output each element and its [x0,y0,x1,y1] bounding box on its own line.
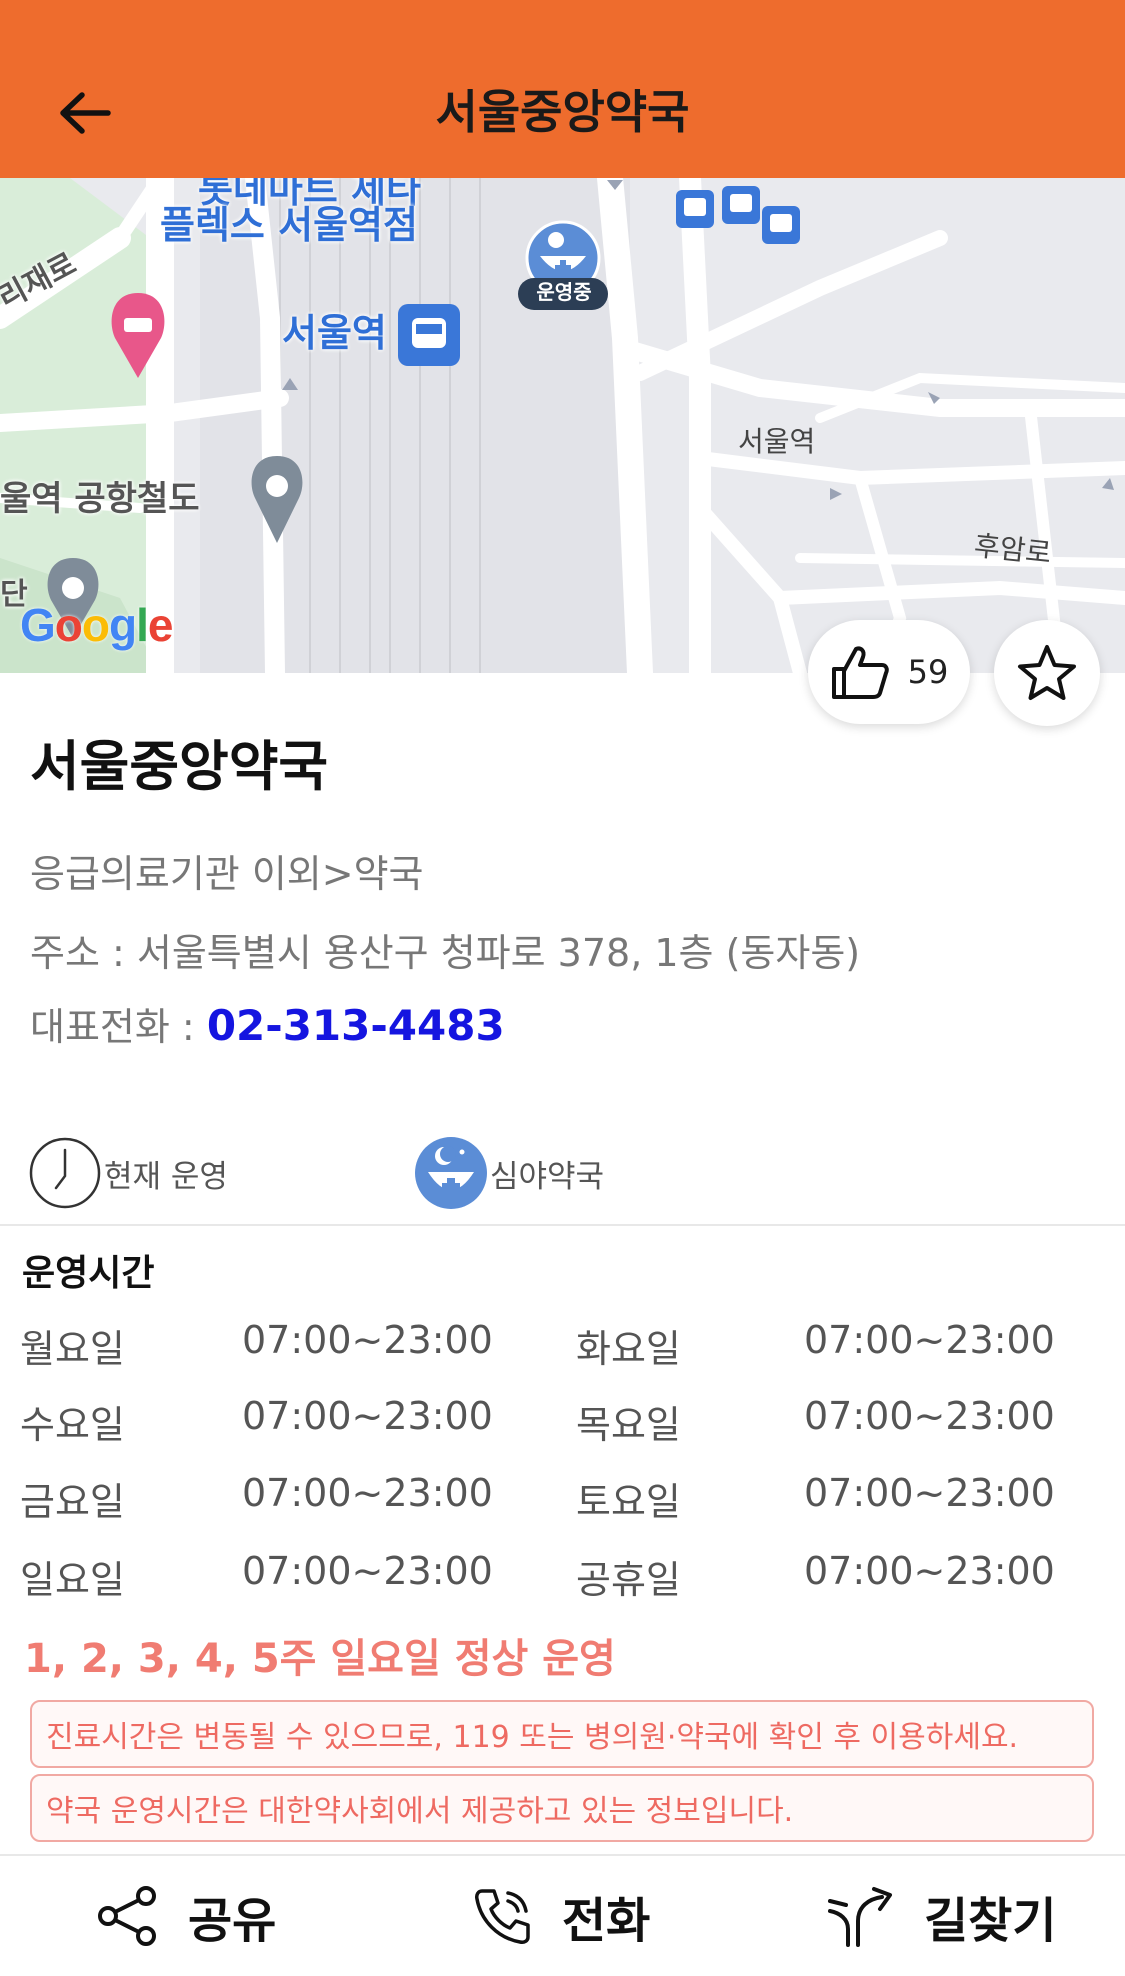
hours-day: 공휴일 [576,1558,681,1602]
status-night-label: 심야약국 [490,1158,605,1195]
map-label-mart-branch: 플렉스 서울역점 [160,203,418,247]
sunday-note: 1, 2, 3, 4, 5주 일요일 정상 운영 [24,1636,616,1682]
hours-title: 운영시간 [22,1253,155,1294]
hours-day: 토요일 [576,1480,681,1524]
hours-time: 07:00~23:00 [804,1318,1055,1362]
thumbs-up-icon [831,646,889,699]
directions-icon [828,1887,892,1947]
hours-time: 07:00~23:00 [242,1394,493,1438]
map-label-station-small: 서울역 [738,425,816,458]
call-label: 전화 [562,1893,651,1949]
phone-row: 대표전화 : 02-313-4483 [30,996,505,1051]
phone-icon [475,1889,530,1944]
hours-time: 07:00~23:00 [804,1549,1055,1593]
status-row: 현재 운영 심야약국 [28,1136,1108,1210]
hours-day: 일요일 [20,1558,125,1602]
hours-time: 07:00~23:00 [242,1318,493,1362]
map-label-airport-rail: 울역 공항철도 [0,479,200,519]
pharmacy-status-badge[interactable]: 운영중 [520,282,608,302]
hours-day: 금요일 [20,1480,125,1524]
hours-time: 07:00~23:00 [804,1471,1055,1515]
place-category: 응급의료기관 이외>약국 [30,852,424,896]
share-button[interactable]: 공유 [96,1856,276,1976]
bottom-action-bar: 공유 전화 길찾기 [0,1856,1125,1976]
status-operating: 현재 운영 [28,1136,228,1210]
notice-hours-change: 진료시간은 변동될 수 있으므로, 119 또는 병의원·약국에 확인 후 이용… [30,1700,1094,1768]
divider [0,1224,1125,1226]
hours-row: 일요일 07:00~23:00 공휴일 07:00~23:00 [0,1549,1125,1609]
call-button[interactable]: 전화 [472,1856,650,1976]
map-label-huam-ro: 후암로 [972,529,1053,570]
share-label: 공유 [188,1893,277,1949]
hours-row: 수요일 07:00~23:00 목요일 07:00~23:00 [0,1394,1125,1454]
hours-day: 화요일 [576,1327,681,1371]
place-address: 주소 : 서울특별시 용산구 청파로 378, 1층 (동자동) [30,931,861,975]
clock-icon [29,1137,101,1209]
night-pharmacy-icon [415,1137,487,1209]
hours-time: 07:00~23:00 [804,1394,1055,1438]
directions-button[interactable]: 길찾기 [826,1856,1056,1976]
phone-number-link[interactable]: 02-313-4483 [207,1001,505,1050]
hours-row: 월요일 07:00~23:00 화요일 07:00~23:00 [0,1318,1125,1378]
directions-label: 길찾기 [924,1893,1057,1949]
like-button[interactable]: 59 [808,620,970,724]
status-night-pharmacy: 심야약국 [414,1136,604,1210]
hours-day: 목요일 [576,1403,681,1447]
google-logo: Google [20,599,173,651]
hours-day: 월요일 [20,1327,125,1371]
app-header: 서울중앙약국 [0,0,1125,178]
map-label-seoul-station: 서울역 [282,311,387,355]
place-name: 서울중앙약국 [30,735,329,798]
hours-day: 수요일 [20,1403,125,1447]
hours-time: 07:00~23:00 [242,1549,493,1593]
page-title: 서울중앙약국 [435,85,690,139]
favorite-button[interactable] [994,620,1100,726]
hours-time: 07:00~23:00 [242,1471,493,1515]
like-count: 59 [907,653,949,691]
hours-row: 금요일 07:00~23:00 토요일 07:00~23:00 [0,1471,1125,1531]
phone-label: 대표전화 : [30,1005,207,1049]
status-operating-label: 현재 운영 [104,1158,228,1195]
share-icon [98,1886,156,1946]
star-icon [1018,645,1076,700]
notice-data-source: 약국 운영시간은 대한약사회에서 제공하고 있는 정보입니다. [30,1774,1094,1842]
